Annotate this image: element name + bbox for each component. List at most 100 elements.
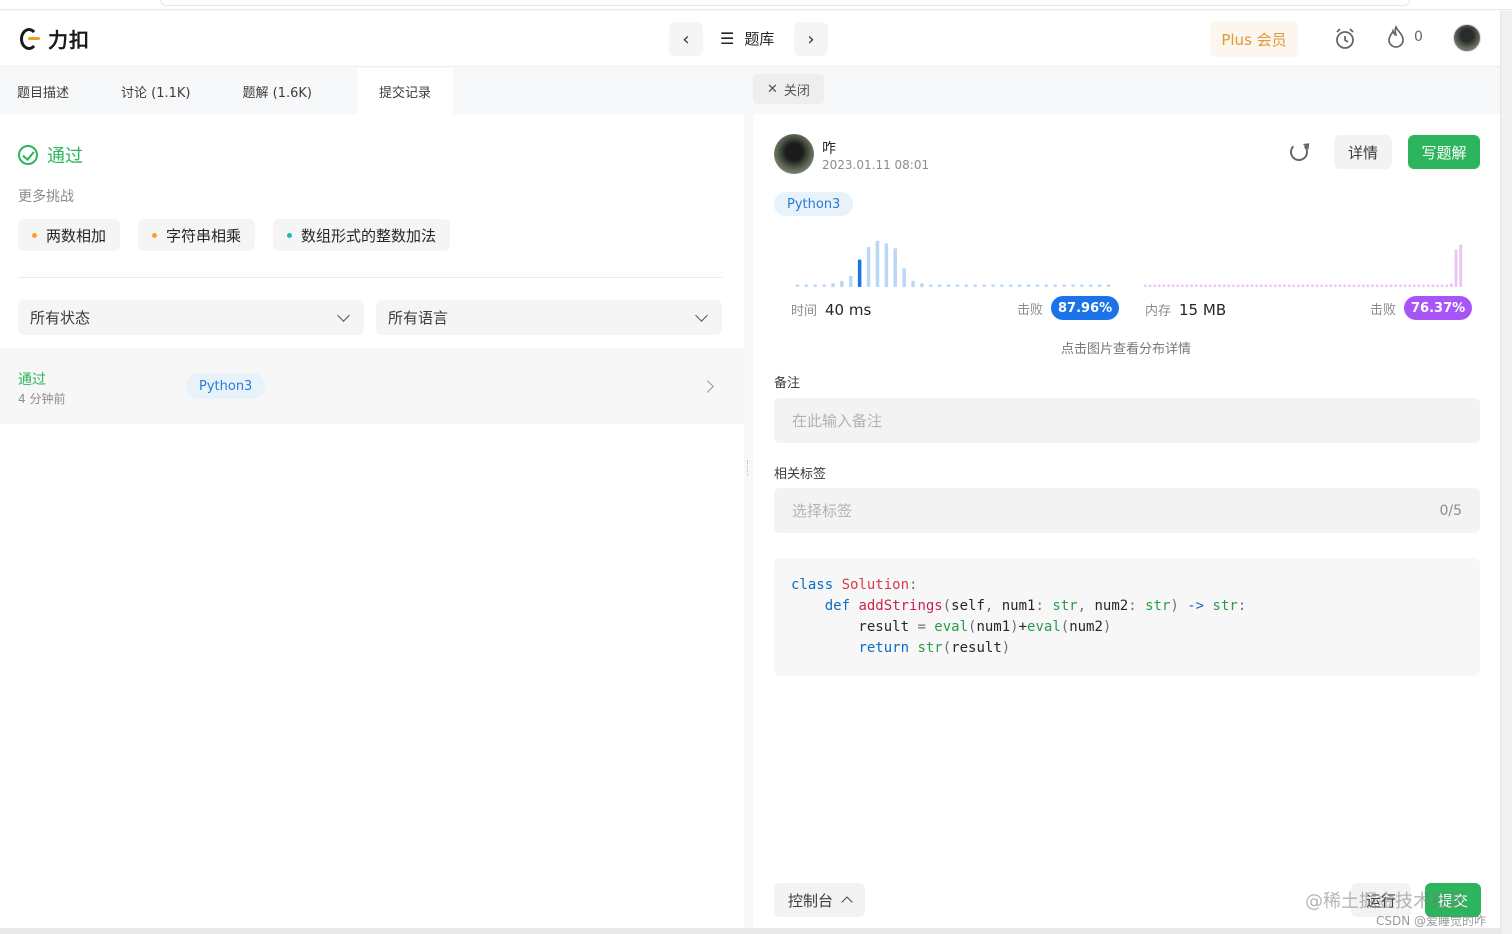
memory-distribution-bar — [1436, 284, 1439, 287]
runtime-label: 时间 — [791, 304, 818, 319]
memory-distribution-bar — [1357, 284, 1361, 287]
memory-label: 内存 — [1145, 304, 1172, 319]
code-line: class Solution: — [791, 577, 918, 593]
details-button[interactable]: 详情 — [1334, 135, 1392, 169]
submitter-name: 咋 — [822, 141, 836, 157]
runtime-distribution-bar — [1044, 284, 1049, 287]
write-solution-button[interactable]: 写题解 — [1408, 135, 1480, 169]
runtime-distribution-bar — [1071, 284, 1075, 287]
memory-distribution-bar — [1157, 284, 1161, 287]
chevron-right-icon — [701, 380, 714, 393]
memory-distribution-bar — [1450, 283, 1453, 288]
memory-distribution-bar — [1380, 284, 1384, 287]
memory-distribution-bar — [1334, 284, 1337, 287]
submission-status: 通过 — [18, 372, 46, 388]
close-label: 关闭 — [783, 83, 810, 99]
submission-time: 4 分钟前 — [18, 392, 66, 406]
memory-distribution-bar — [1417, 284, 1421, 287]
runtime-distribution-bar — [831, 283, 835, 288]
problem-list-link[interactable]: ☰ 题库 — [720, 28, 774, 49]
runtime-distribution-bar — [911, 280, 915, 288]
runtime-distribution-bar — [813, 284, 817, 287]
bottom-scrollbar[interactable] — [0, 928, 1500, 934]
submission-date: 2023.01.11 08:01 — [822, 158, 930, 172]
alarm-clock-icon[interactable] — [1333, 27, 1357, 51]
challenge-label: 字符串相乘 — [166, 226, 242, 245]
page-scrollbar[interactable] — [1500, 11, 1512, 934]
memory-distribution-bar — [1245, 284, 1249, 287]
memory-distribution-bar — [1255, 284, 1258, 287]
user-avatar[interactable] — [1453, 24, 1481, 52]
submission-row[interactable]: 通过 4 分钟前 Python3 — [0, 348, 744, 424]
memory-distribution-bar — [1181, 284, 1184, 287]
submission-language-badge: Python3 — [186, 373, 266, 399]
runtime-distribution-bar — [866, 247, 871, 287]
console-button[interactable]: 控制台 — [774, 883, 866, 917]
memory-distribution-bar — [1176, 284, 1180, 287]
runtime-distribution-bar — [1026, 284, 1031, 287]
memory-distribution-bar — [1153, 284, 1156, 287]
brand-name: 力扣 — [48, 28, 90, 52]
memory-distribution-chart[interactable] — [1143, 229, 1463, 289]
list-icon: ☰ — [720, 29, 735, 48]
challenge-chip[interactable]: 两数相加 — [18, 219, 121, 251]
tab-discussion[interactable]: 讨论 (1.1K) — [104, 68, 207, 114]
memory-distribution-bar — [1190, 284, 1194, 287]
runtime-distribution-bar — [982, 284, 986, 287]
close-detail-button[interactable]: ✕ 关闭 — [753, 74, 824, 104]
memory-distribution-bar — [1208, 284, 1212, 287]
challenge-chip[interactable]: 字符串相乘 — [138, 219, 256, 251]
memory-value: 15 MB — [1179, 300, 1227, 319]
memory-distribution-bar — [1431, 284, 1435, 287]
tags-label: 相关标签 — [774, 467, 827, 482]
panel-splitter[interactable] — [744, 68, 753, 928]
memory-distribution-bar — [1269, 284, 1272, 287]
tab-description[interactable]: 题目描述 — [0, 68, 86, 114]
memory-distribution-bar — [1264, 284, 1268, 287]
code-line: result = eval(num1)+eval(num2) — [791, 619, 1112, 635]
leetcode-logo[interactable]: 力扣 — [18, 24, 90, 53]
runtime-distribution-bar — [1080, 284, 1084, 287]
memory-distribution-bar — [1213, 284, 1217, 287]
refresh-icon[interactable] — [1290, 143, 1308, 161]
runtime-distribution-bar — [875, 240, 880, 288]
memory-distribution-bar — [1422, 284, 1425, 287]
challenge-label: 两数相加 — [46, 226, 107, 245]
browser-address-pill — [160, 0, 1410, 6]
next-problem-button[interactable]: › — [794, 22, 828, 56]
runtime-distribution-bar — [804, 284, 809, 287]
memory-distribution-bar — [1232, 284, 1235, 287]
chevron-down-icon — [337, 309, 350, 322]
runtime-distribution-bar — [822, 284, 826, 287]
language-badge: Python3 — [774, 192, 854, 216]
tab-submissions[interactable]: 提交记录 — [356, 68, 453, 114]
plus-member-button[interactable]: Plus 会员 — [1210, 21, 1298, 57]
memory-distribution-bar — [1227, 284, 1231, 287]
memory-distribution-bar — [1222, 284, 1226, 287]
streak-count: 0 — [1414, 29, 1423, 45]
tab-solutions[interactable]: 题解 (1.6K) — [226, 68, 329, 114]
runtime-distribution-chart[interactable] — [793, 229, 1113, 289]
memory-distribution-bar — [1426, 284, 1430, 287]
runtime-distribution-bar — [893, 248, 897, 288]
language-filter-select[interactable]: 所有语言 — [376, 300, 722, 335]
status-filter-select[interactable]: 所有状态 — [18, 300, 364, 335]
runtime-distribution-bar — [1035, 284, 1040, 287]
memory-distribution-bar — [1338, 284, 1342, 287]
note-input[interactable]: 在此输入备注 — [774, 398, 1480, 443]
runtime-distribution-bar — [973, 284, 977, 287]
drag-handle-icon — [747, 460, 750, 476]
challenge-chip[interactable]: 数组形式的整数加法 — [273, 219, 451, 251]
status-filter-value: 所有状态 — [30, 309, 91, 327]
memory-distribution-bar — [1204, 284, 1207, 287]
code-block[interactable]: class Solution: def addStrings(self, num… — [774, 558, 1480, 676]
runtime-distribution-bar — [902, 268, 906, 288]
streak-counter[interactable]: 0 — [1386, 25, 1423, 49]
memory-distribution-bar — [1218, 284, 1221, 287]
challenge-label: 数组形式的整数加法 — [301, 226, 437, 245]
prev-problem-button[interactable]: ‹ — [669, 22, 703, 56]
memory-beats-badge: 76.37% — [1404, 296, 1473, 320]
accepted-status: 通过 — [18, 142, 83, 168]
memory-distribution-bar — [1375, 284, 1379, 287]
tags-select[interactable]: 选择标签 0/5 — [774, 488, 1480, 533]
